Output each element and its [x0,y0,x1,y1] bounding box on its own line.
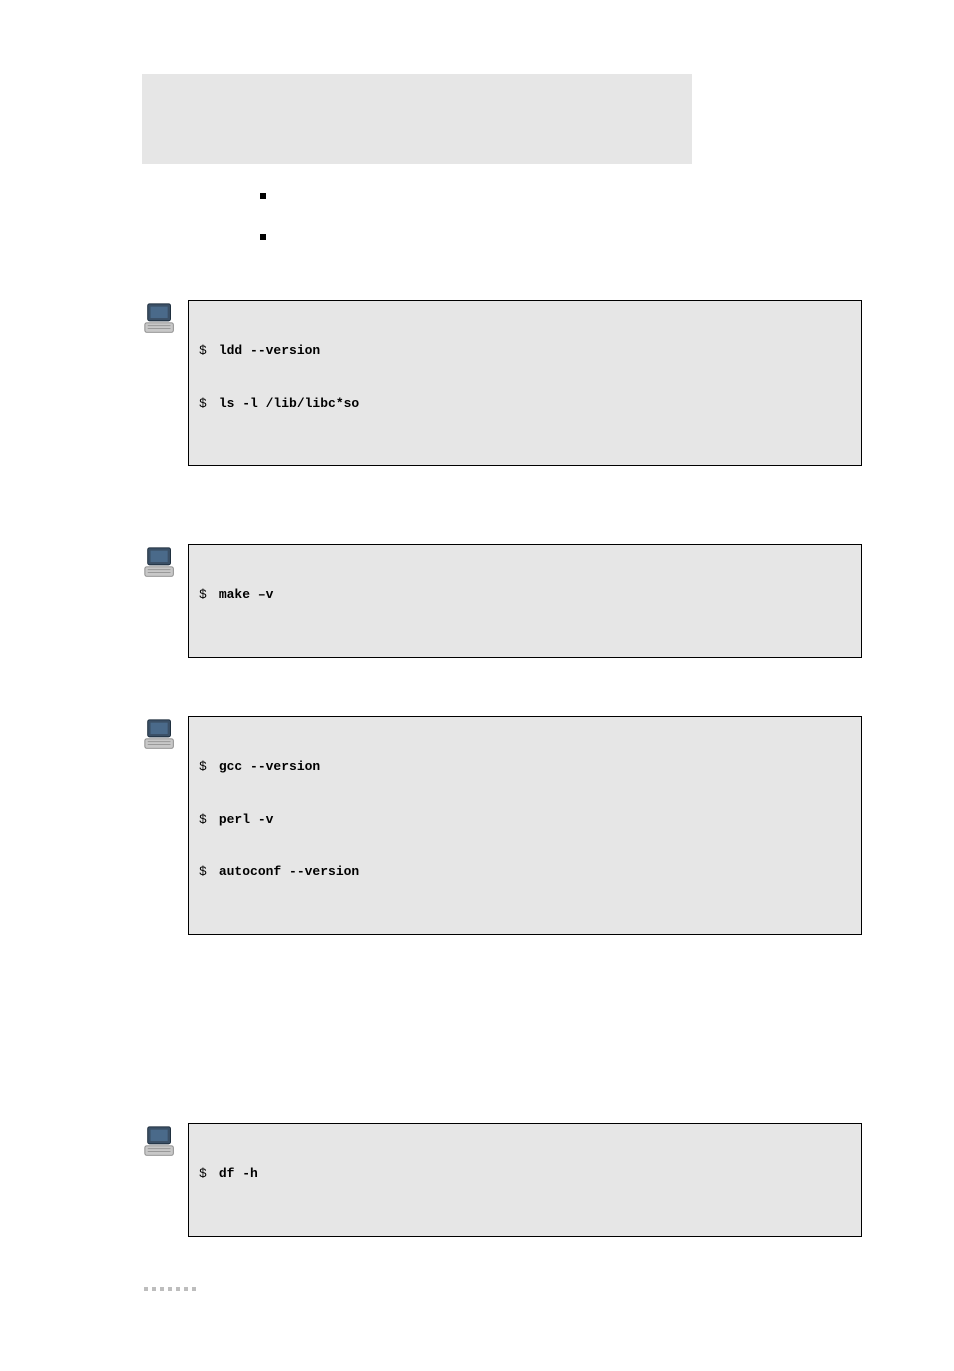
prompt: $ [199,811,207,829]
prompt: $ [199,586,207,604]
prompt: $ [199,395,207,413]
bullet-list [260,188,862,240]
computer-icon [142,716,180,754]
computer-icon [142,1123,180,1161]
terminal-line: $ df -h [199,1165,851,1183]
computer-icon [142,300,180,338]
command: make –v [219,586,274,604]
separator-dots [144,1287,862,1291]
prompt: $ [199,863,207,881]
terminal-line: $ gcc --version [199,758,851,776]
terminal-block: $ ldd --version $ ls -l /lib/libc*so [142,300,862,466]
terminal-line: $ perl -v [199,811,851,829]
prompt: $ [199,1165,207,1183]
page: $ ldd --version $ ls -l /lib/libc*so $ [0,0,954,1371]
list-item [260,229,862,240]
command: ldd --version [219,342,320,360]
command: gcc --version [219,758,320,776]
banner-placeholder [142,74,692,164]
bullet-icon [260,193,266,199]
terminal-block: $ gcc --version $ perl -v $ autoconf --v… [142,716,862,935]
command: ls -l /lib/libc*so [219,395,359,413]
terminal-output: $ ldd --version $ ls -l /lib/libc*so [188,300,862,466]
command: perl -v [219,811,274,829]
terminal-output: $ df -h [188,1123,862,1237]
terminal-line: $ make –v [199,586,851,604]
computer-icon [142,544,180,582]
command: autoconf --version [219,863,359,881]
bullet-icon [260,234,266,240]
terminal-line: $ autoconf --version [199,863,851,881]
terminal-block: $ make –v [142,544,862,658]
terminal-block: $ df -h [142,1123,862,1237]
terminal-output: $ gcc --version $ perl -v $ autoconf --v… [188,716,862,935]
terminal-line: $ ls -l /lib/libc*so [199,395,851,413]
prompt: $ [199,758,207,776]
list-item [260,188,862,199]
command: df -h [219,1165,258,1183]
terminal-line: $ ldd --version [199,342,851,360]
terminal-output: $ make –v [188,544,862,658]
prompt: $ [199,342,207,360]
